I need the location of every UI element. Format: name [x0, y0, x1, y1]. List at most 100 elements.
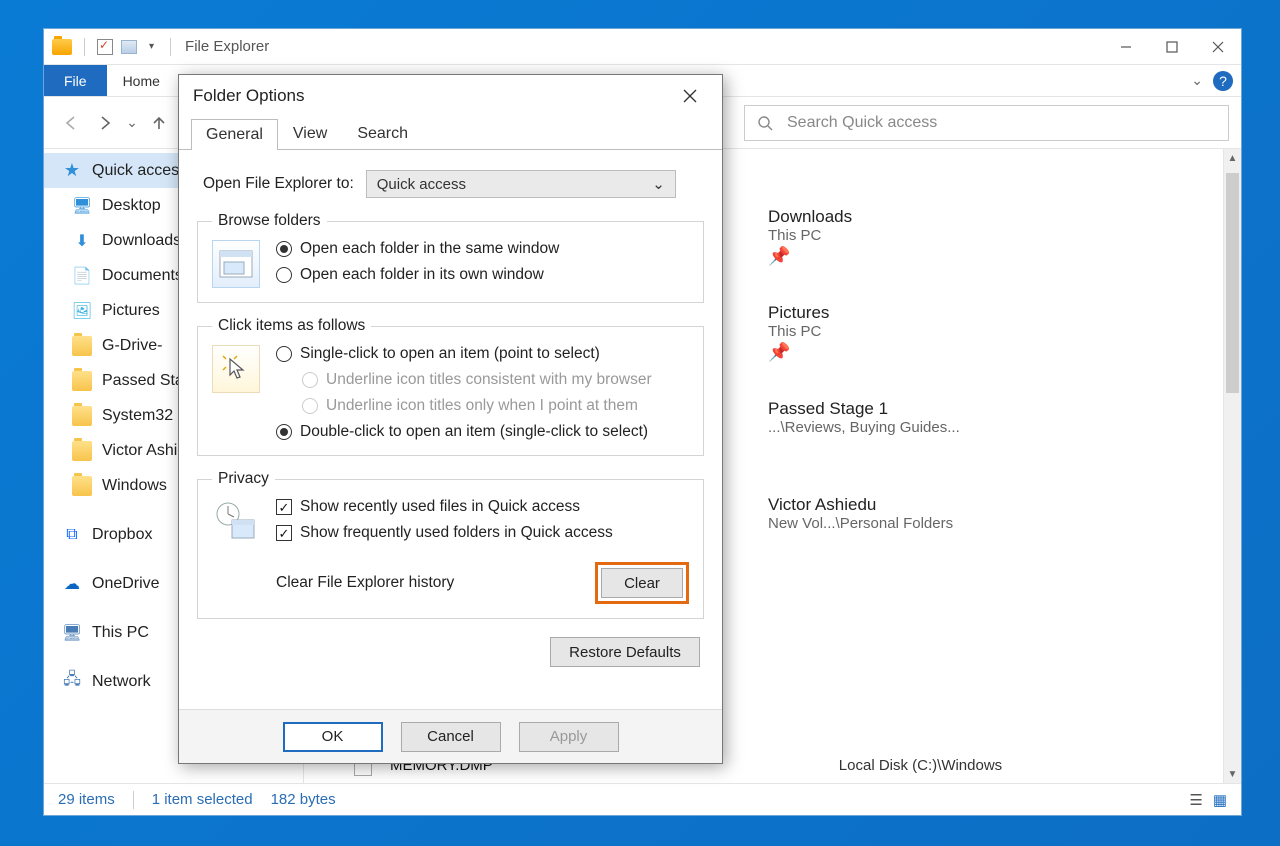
clear-button-highlight: Clear: [595, 562, 689, 604]
search-icon: [757, 115, 773, 131]
search-box[interactable]: Search Quick access: [744, 105, 1229, 141]
folder-icon: [72, 441, 92, 461]
vertical-scrollbar[interactable]: ▲ ▼: [1223, 149, 1241, 783]
radio-underline-point: Underline icon titles only when I point …: [302, 397, 652, 415]
ribbon-file-tab[interactable]: File: [44, 65, 107, 96]
window-controls: [1103, 31, 1241, 63]
privacy-group: Privacy Show recently used files in Quic…: [197, 470, 704, 619]
apply-button[interactable]: Apply: [519, 722, 619, 752]
dialog-button-row: OK Cancel Apply: [179, 709, 722, 763]
close-icon: [683, 89, 697, 103]
chevron-down-icon: ⌄: [652, 175, 665, 193]
network-icon: 🖧: [62, 672, 82, 692]
ribbon-home-tab[interactable]: Home: [107, 65, 176, 96]
tab-general[interactable]: General: [191, 119, 278, 150]
status-bar: 29 items 1 item selected 182 bytes ☰ ▦: [44, 783, 1241, 815]
radio-single-click[interactable]: Single-click to open an item (point to s…: [276, 345, 652, 363]
open-explorer-combo[interactable]: Quick access ⌄: [366, 170, 676, 198]
folder-icon: [72, 336, 92, 356]
click-items-icon: [212, 345, 260, 393]
scroll-down-icon[interactable]: ▼: [1224, 765, 1241, 783]
properties-icon[interactable]: [97, 39, 113, 55]
click-legend: Click items as follows: [212, 317, 371, 335]
qat-divider: [84, 38, 85, 56]
folder-icon: [72, 371, 92, 391]
desktop-icon: 🖥: [72, 196, 92, 216]
browse-folders-icon: [212, 240, 260, 288]
browse-legend: Browse folders: [212, 212, 327, 230]
radio-icon: [276, 267, 292, 283]
folder-icon: [72, 406, 92, 426]
tab-search[interactable]: Search: [342, 118, 423, 149]
app-folder-icon: [52, 39, 72, 55]
forward-button[interactable]: [90, 108, 120, 138]
onedrive-icon: ☁: [62, 574, 82, 594]
minimize-button[interactable]: [1103, 31, 1149, 63]
search-placeholder: Search Quick access: [787, 114, 937, 132]
pin-icon: 📌: [768, 342, 829, 363]
status-size: 182 bytes: [271, 791, 336, 808]
radio-icon: [276, 241, 292, 257]
tile-pictures[interactable]: Pictures This PC 📌: [768, 303, 829, 363]
check-recent-files[interactable]: Show recently used files in Quick access: [276, 498, 689, 516]
radio-icon: [276, 346, 292, 362]
radio-same-window[interactable]: Open each folder in the same window: [276, 240, 559, 258]
browse-folders-group: Browse folders Open each folder in the s…: [197, 212, 704, 303]
tile-passed[interactable]: Passed Stage 1 ...\Reviews, Buying Guide…: [768, 399, 960, 436]
quick-access-toolbar: ▾: [44, 38, 175, 56]
titlebar: ▾ File Explorer: [44, 29, 1241, 65]
tile-victor[interactable]: Victor Ashiedu New Vol...\Personal Folde…: [768, 495, 953, 532]
newfolder-icon[interactable]: [121, 40, 137, 54]
dialog-title: Folder Options: [193, 86, 305, 106]
clear-history-label: Clear File Explorer history: [276, 574, 454, 592]
scroll-up-icon[interactable]: ▲: [1224, 149, 1241, 167]
dropbox-icon: ⧉: [62, 525, 82, 545]
star-icon: ★: [62, 161, 82, 181]
scroll-thumb[interactable]: [1226, 173, 1239, 393]
check-frequent-folders[interactable]: Show frequently used folders in Quick ac…: [276, 524, 689, 542]
status-selected: 1 item selected: [152, 791, 253, 808]
thispc-icon: 🖥: [62, 623, 82, 643]
maximize-button[interactable]: [1149, 31, 1195, 63]
dialog-close-button[interactable]: [672, 78, 708, 114]
ribbon-expand-icon[interactable]: ⌄: [1181, 65, 1213, 96]
dialog-tabs: General View Search: [179, 117, 722, 149]
folder-icon: [72, 476, 92, 496]
qat-divider-2: [170, 38, 171, 56]
large-icons-view-icon[interactable]: ▦: [1213, 791, 1227, 809]
recent-locations-caret[interactable]: ⌄: [124, 108, 140, 138]
help-icon[interactable]: ?: [1213, 71, 1233, 91]
checkbox-icon: [276, 525, 292, 541]
privacy-icon: [212, 498, 260, 546]
radio-icon: [302, 372, 318, 388]
back-button[interactable]: [56, 108, 86, 138]
radio-own-window[interactable]: Open each folder in its own window: [276, 266, 559, 284]
qat-customize-caret[interactable]: ▾: [145, 41, 158, 52]
status-item-count: 29 items: [58, 791, 115, 808]
document-icon: 📄: [72, 266, 92, 286]
radio-icon: [276, 424, 292, 440]
download-icon: ⬇: [72, 231, 92, 251]
tab-view[interactable]: View: [278, 118, 342, 149]
pin-icon: 📌: [768, 246, 852, 267]
radio-icon: [302, 398, 318, 414]
privacy-legend: Privacy: [212, 470, 275, 488]
open-explorer-label: Open File Explorer to:: [203, 175, 354, 193]
details-view-icon[interactable]: ☰: [1189, 791, 1202, 809]
ok-button[interactable]: OK: [283, 722, 383, 752]
radio-double-click[interactable]: Double-click to open an item (single-cli…: [276, 423, 652, 441]
folder-options-dialog: Folder Options General View Search Open …: [178, 74, 723, 764]
close-button[interactable]: [1195, 31, 1241, 63]
clear-button[interactable]: Clear: [601, 568, 683, 598]
pictures-icon: 🖼: [72, 301, 92, 321]
tile-downloads[interactable]: Downloads This PC 📌: [768, 207, 852, 267]
up-button[interactable]: [144, 108, 174, 138]
radio-underline-browser: Underline icon titles consistent with my…: [302, 371, 652, 389]
checkbox-icon: [276, 499, 292, 515]
click-items-group: Click items as follows Single-click to o…: [197, 317, 704, 456]
restore-defaults-button[interactable]: Restore Defaults: [550, 637, 700, 667]
app-title: File Explorer: [175, 38, 269, 55]
dialog-titlebar: Folder Options: [179, 75, 722, 117]
cancel-button[interactable]: Cancel: [401, 722, 501, 752]
dialog-body: Open File Explorer to: Quick access ⌄ Br…: [179, 149, 722, 709]
